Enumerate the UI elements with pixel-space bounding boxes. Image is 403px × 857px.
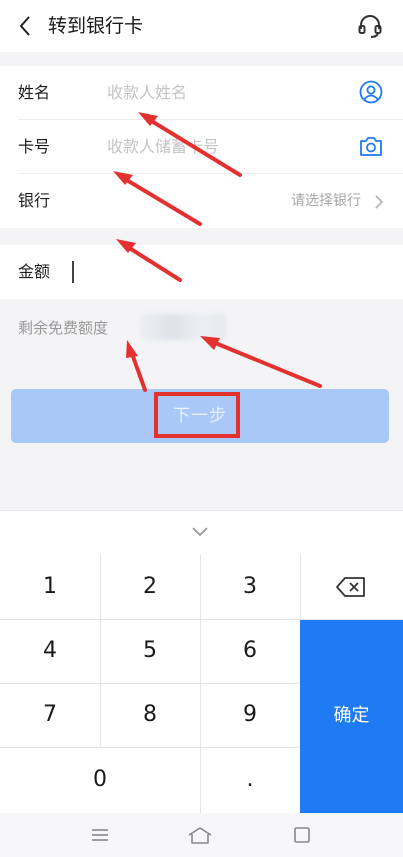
recent-apps-icon[interactable] <box>292 825 312 845</box>
page-title: 转到银行卡 <box>48 15 144 37</box>
amount-input-cursor[interactable] <box>72 261 74 283</box>
keypad-divider <box>100 555 101 747</box>
key-3[interactable]: 3 <box>200 555 300 619</box>
system-nav-bar <box>0 813 403 857</box>
camera-icon[interactable] <box>359 135 383 157</box>
card-number-row[interactable]: 卡号 收款人储蓄卡号 <box>0 120 403 174</box>
amount-card: 金额 <box>0 245 403 299</box>
key-2[interactable]: 2 <box>100 555 200 619</box>
name-label: 姓名 <box>18 83 51 102</box>
key-4[interactable]: 4 <box>0 619 100 683</box>
keypad-divider <box>300 619 403 620</box>
card-label: 卡号 <box>18 137 51 156</box>
chevron-right-icon <box>375 195 384 209</box>
key-8[interactable]: 8 <box>100 683 200 747</box>
header-bar: 转到银行卡 <box>0 0 403 52</box>
next-button-label: 下一步 <box>173 406 227 426</box>
annotation-arrow <box>128 346 147 392</box>
back-arrow-icon[interactable] <box>14 12 40 40</box>
recipient-card: 姓名 收款人姓名 卡号 收款人储蓄卡号 银行 请选择银行 <box>0 66 403 228</box>
remaining-quota-label: 剩余免费额度 <box>18 319 109 337</box>
annotation-arrow <box>206 338 322 388</box>
home-icon[interactable] <box>186 825 214 845</box>
keypad-divider <box>0 683 300 684</box>
keypad-divider <box>200 555 201 813</box>
numeric-keypad: 1 2 3 4 5 6 7 8 9 0 . 确定 <box>0 555 403 813</box>
card-number-input[interactable]: 收款人储蓄卡号 <box>107 134 219 160</box>
backspace-icon <box>336 577 365 597</box>
key-7[interactable]: 7 <box>0 683 100 747</box>
bank-select[interactable]: 请选择银行 <box>291 190 361 212</box>
keypad-divider <box>0 747 300 748</box>
contact-icon[interactable] <box>359 80 383 104</box>
headset-icon[interactable] <box>356 12 384 40</box>
key-9[interactable]: 9 <box>200 683 300 747</box>
delete-key[interactable] <box>300 555 403 619</box>
amount-row[interactable]: 金额 <box>0 245 403 299</box>
key-1[interactable]: 1 <box>0 555 100 619</box>
key-5[interactable]: 5 <box>100 619 200 683</box>
key-dot[interactable]: . <box>200 747 300 813</box>
name-input[interactable]: 收款人姓名 <box>107 80 187 106</box>
name-row[interactable]: 姓名 收款人姓名 <box>0 66 403 120</box>
bank-label: 银行 <box>18 191 51 210</box>
next-button[interactable]: 下一步 <box>11 389 389 443</box>
keypad-divider <box>0 619 300 620</box>
amount-label: 金额 <box>18 262 51 281</box>
chevron-down-icon[interactable] <box>190 525 210 539</box>
confirm-button[interactable]: 确定 <box>300 619 403 813</box>
keyboard-collapse-bar[interactable] <box>0 510 403 556</box>
key-0[interactable]: 0 <box>0 747 200 813</box>
blurred-quota-value <box>140 314 226 340</box>
menu-icon[interactable] <box>90 827 110 843</box>
keypad-divider <box>300 555 301 619</box>
bank-row[interactable]: 银行 请选择银行 <box>0 174 403 228</box>
key-6[interactable]: 6 <box>200 619 300 683</box>
